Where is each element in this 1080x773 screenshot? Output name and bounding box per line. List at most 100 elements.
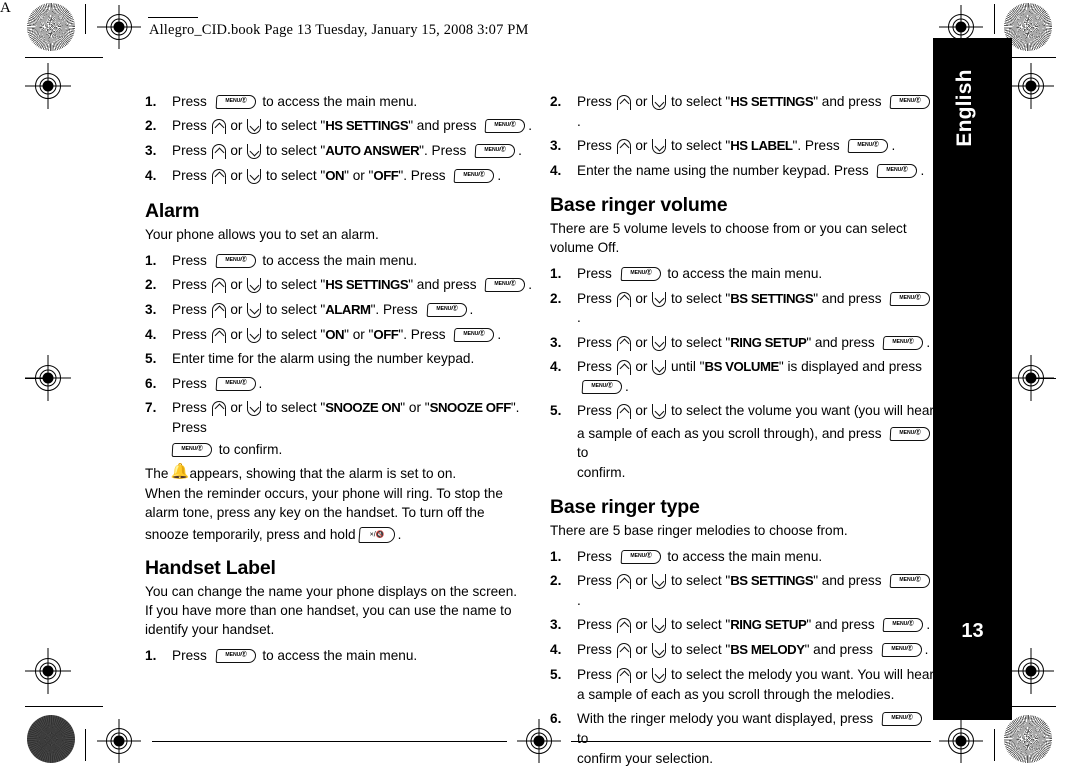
down-arrow-key-icon	[652, 618, 667, 634]
step-text: to confirm.	[218, 441, 283, 457]
base-ringer-volume-heading: Base ringer volume	[550, 194, 728, 217]
menu-key-icon	[881, 712, 923, 727]
step-text: or	[635, 666, 648, 682]
step-text: to select "	[265, 301, 326, 317]
auto-answer-steps: Press to access the main menu. Press or …	[145, 92, 535, 186]
trim-tick-left-upper-horizontal	[25, 57, 103, 58]
note-text: When the reminder occurs, your phone wil…	[145, 486, 503, 502]
step-text: or	[635, 403, 648, 419]
step-item: Press to access the main menu.	[145, 646, 535, 666]
menu-key-icon	[889, 426, 931, 441]
menu-key-icon	[215, 95, 256, 109]
trim-tick-bottom-left-vertical	[85, 729, 86, 761]
step-item: Press or to select "SNOOZE ON" or "SNOOZ…	[145, 398, 535, 459]
step-item: Press or to select "ON" or "OFF". Press …	[145, 325, 535, 345]
step-text: .	[528, 277, 533, 293]
up-arrow-key-icon	[616, 360, 631, 376]
step-item: Press or to select "RING SETUP" and pres…	[550, 615, 935, 635]
step-text: ". Press	[792, 138, 840, 154]
step-text: or	[230, 399, 243, 415]
note-text: alarm tone, press any key on the handset…	[145, 505, 485, 521]
step-item: Press .	[145, 374, 535, 394]
note-text: snooze temporarily, press and hold	[145, 527, 356, 543]
down-arrow-key-icon	[652, 139, 667, 155]
alarm-note-2: When the reminder occurs, your phone wil…	[145, 485, 535, 544]
step-text: or	[230, 326, 243, 342]
step-text: " is displayed and press	[778, 359, 922, 375]
step-text: .	[577, 113, 581, 129]
header-rule	[148, 17, 198, 18]
step-item: Press or until "BS VOLUME" is displayed …	[550, 357, 935, 396]
registration-mark-top-left	[97, 5, 141, 49]
up-arrow-key-icon	[211, 278, 226, 294]
language-label: English	[953, 69, 976, 147]
step-text: " and press	[813, 94, 882, 109]
step-text: Enter the name using the number keypad. …	[577, 162, 869, 178]
step-text: " and press	[813, 573, 882, 589]
down-arrow-key-icon	[247, 144, 262, 160]
step-text: ". Press	[419, 143, 467, 159]
menu-key-icon	[453, 168, 495, 183]
step-text: .	[891, 138, 896, 154]
step-text: Press	[577, 290, 612, 306]
down-arrow-key-icon	[652, 291, 667, 307]
down-arrow-key-icon	[652, 360, 667, 376]
step-text: confirm your selection.	[577, 750, 713, 766]
step-item: Enter the name using the number keypad. …	[550, 161, 935, 181]
step-item: With the ringer melody you want displaye…	[550, 709, 935, 768]
right-column: Press or to select "HS SETTINGS" and pre…	[550, 92, 935, 773]
step-text: or	[635, 642, 648, 658]
rosette-mark-bottom-left	[27, 715, 75, 763]
note-text: The	[145, 466, 169, 482]
up-arrow-key-icon	[616, 291, 631, 307]
step-text: a sample of each as you scroll through t…	[577, 687, 895, 703]
trim-tick-bottom-right-vertical	[994, 729, 995, 761]
step-text: to select "	[265, 326, 326, 342]
para-line: There are 5 volume levels to choose from…	[550, 221, 907, 237]
step-text: to select the volume you want (you will …	[670, 403, 934, 419]
up-arrow-key-icon	[211, 302, 226, 318]
display-label: HS SETTINGS	[325, 277, 409, 293]
menu-key-icon	[215, 649, 256, 664]
step-text: to select "	[670, 290, 731, 306]
step-text: or	[230, 167, 243, 183]
step-item: Press or to select "BS SETTINGS" and pre…	[550, 571, 935, 610]
rosette-mark-bottom-right	[1004, 715, 1052, 763]
registration-mark-right-lower	[1008, 648, 1054, 694]
step-text: " or "	[400, 399, 430, 415]
handset-label-steps: Press to access the main menu.	[145, 646, 535, 666]
step-text: .	[469, 301, 474, 317]
step-text: or	[635, 94, 648, 109]
down-arrow-key-icon	[247, 168, 262, 184]
step-text: .	[577, 310, 581, 326]
registration-mark-left-lower	[25, 648, 71, 694]
up-arrow-key-icon	[211, 400, 226, 416]
down-arrow-key-icon	[247, 400, 262, 416]
trim-tick-left-middle-horizontal	[25, 378, 50, 379]
step-item: Press or to select "HS SETTINGS" and pre…	[145, 116, 535, 136]
step-text: .	[497, 167, 502, 183]
trim-tick-top-right-vertical	[994, 4, 995, 34]
display-label: BS MELODY	[730, 642, 805, 658]
display-label: BS VOLUME	[704, 359, 780, 375]
display-label: RING SETUP	[730, 334, 807, 350]
display-label: BS SETTINGS	[730, 573, 814, 589]
alarm-heading: Alarm	[145, 199, 200, 222]
step-text: " and press	[804, 642, 873, 658]
menu-key-icon	[215, 253, 256, 268]
step-text: Press	[577, 642, 612, 658]
display-label: HS LABEL	[730, 138, 793, 154]
para-line: volume Off.	[550, 240, 620, 256]
step-text: Press	[172, 94, 207, 109]
step-item: Press or to select "BS MELODY" and press…	[550, 640, 935, 660]
step-text: or	[635, 617, 648, 633]
alarm-steps: Press to access the main menu. Press or …	[145, 251, 535, 459]
step-item: Press or to select "ALARM". Press .	[145, 300, 535, 320]
step-text: Enter time for the alarm using the numbe…	[172, 351, 475, 367]
step-text: .	[625, 379, 629, 395]
up-arrow-key-icon	[211, 119, 226, 135]
bell-icon	[170, 464, 189, 481]
display-label: BS SETTINGS	[730, 290, 814, 306]
step-item: Press or to select "HS LABEL". Press .	[550, 136, 935, 156]
handset-label-steps-continued: Press or to select "HS SETTINGS" and pre…	[550, 92, 935, 180]
